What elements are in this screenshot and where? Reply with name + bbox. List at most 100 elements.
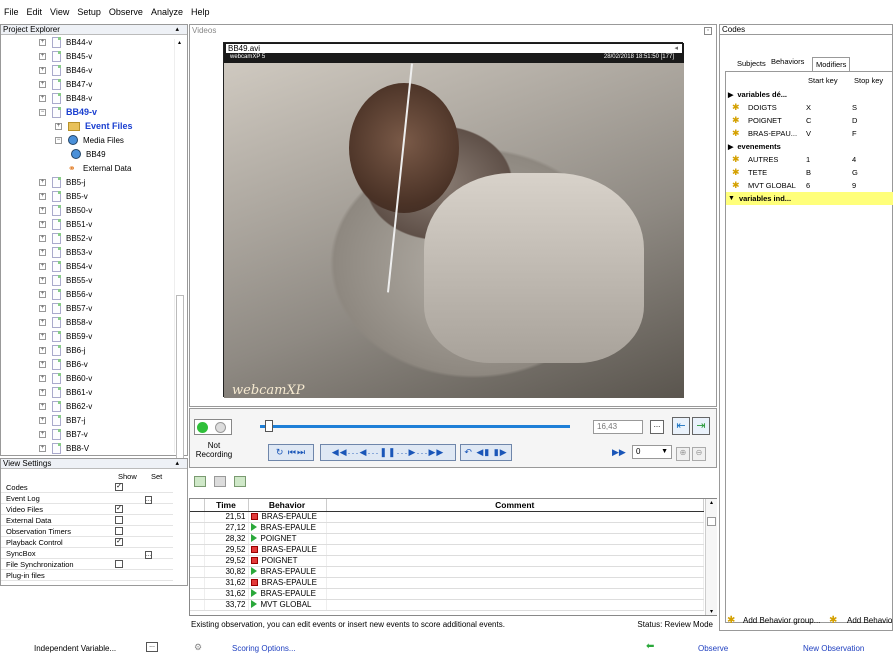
scroll-up-icon[interactable]: ▴ [175, 39, 184, 46]
expand-icon[interactable]: + [39, 178, 46, 186]
expand-icon[interactable]: + [39, 206, 46, 214]
tree-item[interactable]: + BB62-v [39, 399, 92, 413]
time-column-header[interactable]: Time [204, 499, 249, 512]
tree-item[interactable]: + BB6-v [39, 357, 88, 371]
expand-icon[interactable]: + [39, 346, 46, 354]
menu-observe[interactable]: Observe [109, 7, 143, 17]
event-row[interactable]: 29,52 POIGNET [190, 555, 704, 567]
expand-icon[interactable]: + [55, 122, 62, 130]
expand-icon[interactable]: + [39, 416, 46, 424]
tree-scrollbar[interactable]: ▴ [174, 39, 184, 459]
previous-file-icon[interactable]: ⏮ [288, 447, 297, 458]
tree-item[interactable]: + BB51-v [39, 217, 92, 231]
tree-item[interactable]: + BB58-v [39, 315, 92, 329]
rewind-icon[interactable]: ◀◀ [332, 447, 348, 458]
independent-variable-button[interactable]: ... [146, 642, 158, 652]
add-group-icon[interactable]: ✱ [727, 615, 735, 626]
tree-item[interactable]: + BB57-v [39, 301, 92, 315]
expand-icon[interactable]: + [39, 94, 46, 102]
timeline-thumb[interactable] [265, 420, 273, 432]
event-row[interactable]: 29,52 BRAS-EPAULE [190, 544, 704, 556]
tree-item[interactable]: BB49 [71, 147, 106, 161]
expand-icon[interactable]: + [39, 402, 46, 410]
time-options-button[interactable]: ... [650, 420, 664, 434]
event-row[interactable]: 33,72 MVT GLOBAL [190, 599, 704, 611]
event-row[interactable]: 28,32 POIGNET [190, 533, 704, 545]
expand-icon[interactable]: + [39, 332, 46, 340]
tree-item[interactable]: + BB54-v [39, 259, 92, 273]
event-comment[interactable] [326, 533, 704, 545]
timeline-slider[interactable] [260, 425, 570, 428]
behavior-group[interactable]: ▶ evenements [726, 140, 893, 153]
event-comment[interactable] [326, 588, 704, 600]
tree-item[interactable]: + BB50-v [39, 203, 92, 217]
event-comment[interactable] [326, 599, 704, 611]
behavior-row[interactable]: ✱ BRAS-EPAU... V F [726, 127, 893, 140]
new-observation-link[interactable]: New Observation [803, 644, 864, 653]
expand-icon[interactable]: + [39, 192, 46, 200]
behavior-group[interactable]: ▼ variables ind... [726, 192, 893, 205]
zoom-out-icon[interactable]: ⊖ [692, 447, 706, 461]
jump-buttons[interactable]: ↶ ◀▮ ▮▶ [460, 444, 512, 461]
event-comment[interactable] [326, 544, 704, 556]
reset-icon[interactable]: ↻ [276, 447, 285, 458]
tree-item[interactable]: + BB5-v [39, 189, 88, 203]
play-icon[interactable]: ▶ [409, 447, 417, 458]
expand-icon[interactable]: + [39, 444, 46, 452]
tree-item[interactable]: + Event Files [55, 119, 133, 133]
expand-icon[interactable]: + [39, 248, 46, 256]
time-field[interactable]: 16,43 [593, 420, 643, 434]
event-comment[interactable] [326, 522, 704, 534]
behavior-row[interactable]: ✱ POIGNET C D [726, 114, 893, 127]
event-row[interactable]: 30,82 BRAS-EPAULE [190, 566, 704, 578]
menu-edit[interactable]: Edit [27, 7, 43, 17]
scroll-up-icon[interactable]: ▴ [706, 499, 717, 506]
tree-item[interactable]: + BB44-v [39, 35, 92, 49]
expand-icon[interactable]: + [39, 290, 46, 298]
scroll-box[interactable] [707, 517, 716, 526]
tree-item[interactable]: + BB53-v [39, 245, 92, 259]
event-comment[interactable] [326, 566, 704, 578]
insert-before-icon[interactable]: ⇤ [672, 417, 690, 435]
expand-icon[interactable]: + [39, 430, 46, 438]
behavior-column-header[interactable]: Behavior [248, 499, 327, 512]
add-event-icon[interactable] [194, 476, 206, 487]
show-checkbox[interactable] [115, 516, 123, 524]
tree-item[interactable]: + BB59-v [39, 329, 92, 343]
expand-icon[interactable]: + [39, 318, 46, 326]
expand-icon[interactable]: + [39, 66, 46, 74]
tree-item[interactable]: + BB55-v [39, 273, 92, 287]
show-checkbox[interactable] [115, 527, 123, 535]
behavior-row[interactable]: ✱ AUTRES 1 4 [726, 153, 893, 166]
show-checkbox[interactable]: ✓ [115, 483, 123, 491]
event-comment[interactable] [326, 555, 704, 567]
frame-nav-buttons[interactable]: ↻ ⏮ ⏭ [268, 444, 314, 461]
pin-icon[interactable]: ▴ [175, 459, 179, 469]
menu-view[interactable]: View [50, 7, 69, 17]
tree-item[interactable]: + BB48-v [39, 91, 92, 105]
scroll-down-icon[interactable]: ▾ [706, 608, 717, 615]
fast-forward-icon[interactable]: ▶▶ [428, 447, 444, 458]
stop-record-button[interactable] [215, 422, 226, 433]
event-row[interactable]: 27,12 BRAS-EPAULE [190, 522, 704, 534]
scroll-thumb[interactable] [176, 295, 184, 459]
tree-item[interactable]: + BB47-v [39, 77, 92, 91]
tree-item[interactable]: + BB52-v [39, 231, 92, 245]
step-back-icon[interactable]: ◀ [360, 447, 368, 458]
settings-button[interactable]: ... [145, 550, 153, 559]
pause-icon[interactable]: ❚❚ [379, 447, 396, 458]
caret-right-icon[interactable]: ▶ [728, 143, 733, 151]
tree-item[interactable]: + BB60-v [39, 371, 92, 385]
expand-icon[interactable]: + [39, 262, 46, 270]
menu-file[interactable]: File [4, 7, 19, 17]
expand-icon[interactable]: + [39, 38, 46, 46]
tree-item[interactable]: + BB7-j [39, 413, 86, 427]
tab-behaviors[interactable]: Behaviors [768, 55, 808, 69]
tab-modifiers[interactable]: Modifiers [812, 57, 851, 71]
expand-icon[interactable]: + [39, 304, 46, 312]
observe-link[interactable]: Observe [698, 644, 728, 653]
behavior-row[interactable]: ✱ DOIGTS X S [726, 101, 893, 114]
tree-item[interactable]: + BB6-j [39, 343, 86, 357]
collapse-icon[interactable]: − [55, 136, 62, 144]
edit-event-icon[interactable] [214, 476, 226, 487]
